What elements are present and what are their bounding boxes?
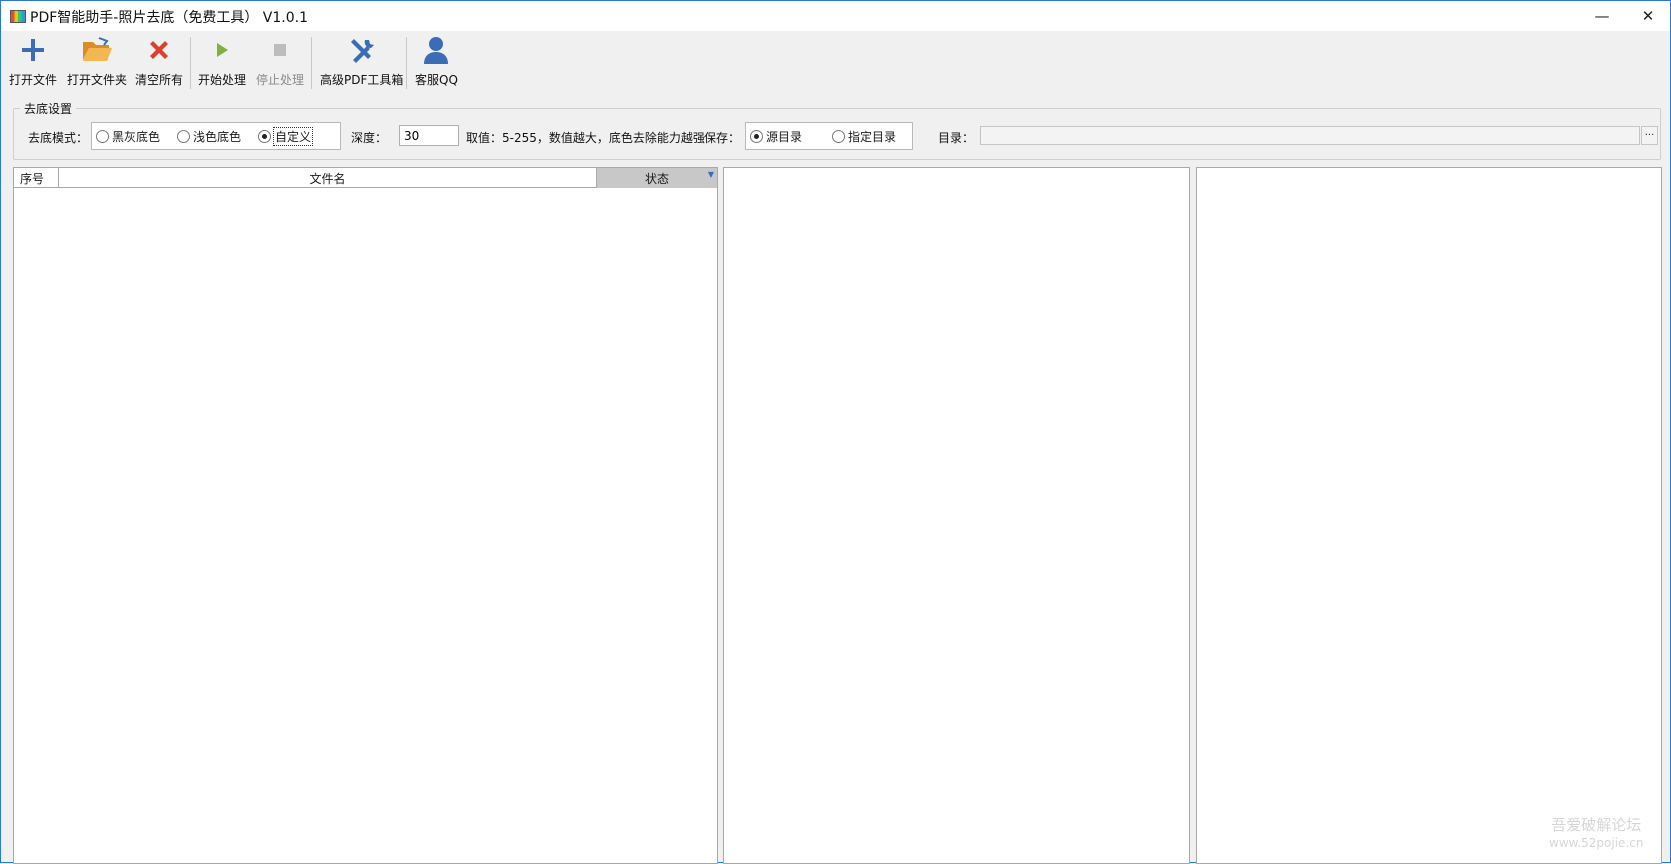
window-title: PDF智能助手-照片去底（免费工具） V1.0.1 bbox=[30, 10, 308, 26]
delete-x-icon bbox=[141, 33, 177, 67]
plus-icon bbox=[15, 33, 51, 67]
clear-all-label: 清空所有 bbox=[135, 73, 184, 87]
dir-path-field[interactable] bbox=[980, 126, 1640, 145]
depth-input[interactable] bbox=[399, 125, 459, 146]
pdf-toolbox-label: 高级PDF工具箱 bbox=[320, 73, 404, 87]
watermark-title: 吾爱破解论坛 bbox=[1551, 816, 1642, 834]
file-list-panel[interactable]: 序号 文件名 状态 ▼ bbox=[13, 167, 718, 864]
mode-label: 去底模式： bbox=[28, 131, 89, 145]
radio-dot-selected bbox=[258, 130, 271, 143]
user-icon bbox=[418, 33, 454, 67]
close-button[interactable]: ✕ bbox=[1625, 1, 1671, 31]
start-button[interactable]: 开始处理 bbox=[198, 33, 246, 91]
settings-group-title: 去底设置 bbox=[20, 100, 77, 117]
column-header-filename[interactable]: 文件名 bbox=[59, 168, 597, 188]
toolbar-separator bbox=[311, 37, 312, 89]
stop-label: 停止处理 bbox=[256, 73, 305, 87]
app-window: PDF智能助手-照片去底（免费工具） V1.0.1 — ✕ 打开文件 打开文件夹… bbox=[0, 0, 1671, 864]
radio-dot bbox=[96, 130, 109, 143]
save-radio-source-dir[interactable]: 源目录 bbox=[750, 128, 802, 145]
column-header-index[interactable]: 序号 bbox=[14, 168, 59, 188]
mode-option-label: 黑灰底色 bbox=[112, 130, 161, 144]
toolbar-separator bbox=[406, 37, 407, 89]
folder-open-icon bbox=[79, 33, 115, 67]
mode-radio-custom[interactable]: 自定义 bbox=[258, 127, 314, 146]
tools-icon bbox=[344, 33, 380, 67]
file-table-header: 序号 文件名 状态 ▼ bbox=[14, 168, 717, 188]
save-label: 保存： bbox=[704, 131, 741, 145]
range-hint: 取值：5-255，数值越大，底色去除能力越强 bbox=[466, 131, 705, 145]
stop-button[interactable]: 停止处理 bbox=[256, 33, 304, 91]
filter-icon[interactable]: ▼ bbox=[708, 170, 714, 179]
mode-radio-black-gray[interactable]: 黑灰底色 bbox=[96, 128, 160, 145]
mode-option-label: 自定义 bbox=[272, 127, 314, 146]
save-option-label: 源目录 bbox=[766, 130, 803, 144]
mode-radio-light[interactable]: 浅色底色 bbox=[177, 128, 241, 145]
clear-all-button[interactable]: 清空所有 bbox=[135, 33, 183, 91]
title-bar: PDF智能助手-照片去底（免费工具） V1.0.1 — ✕ bbox=[1, 1, 1670, 31]
app-logo-icon bbox=[10, 10, 26, 23]
watermark-url: www.52pojie.cn bbox=[1549, 836, 1644, 850]
save-option-label: 指定目录 bbox=[848, 130, 897, 144]
radio-dot-selected bbox=[750, 130, 763, 143]
open-folder-label: 打开文件夹 bbox=[67, 73, 128, 87]
watermark: 吾爱破解论坛 www.52pojie.cn bbox=[1549, 816, 1643, 852]
support-qq-label: 客服QQ bbox=[415, 73, 458, 87]
column-header-status-label: 状态 bbox=[644, 171, 669, 186]
support-qq-button[interactable]: 客服QQ bbox=[415, 33, 458, 91]
play-icon bbox=[204, 33, 240, 67]
mode-option-label: 浅色底色 bbox=[193, 130, 242, 144]
open-folder-button[interactable]: 打开文件夹 bbox=[67, 33, 127, 91]
original-preview-panel bbox=[723, 167, 1190, 864]
minimize-button[interactable]: — bbox=[1579, 1, 1625, 31]
column-header-status[interactable]: 状态 ▼ bbox=[597, 168, 717, 188]
toolbar: 打开文件 打开文件夹 清空所有 开始处理 停止处理 高级PDF工具箱 客服QQ bbox=[1, 31, 1670, 95]
save-radio-custom-dir[interactable]: 指定目录 bbox=[832, 128, 896, 145]
open-file-button[interactable]: 打开文件 bbox=[9, 33, 57, 91]
start-label: 开始处理 bbox=[198, 73, 247, 87]
pdf-toolbox-button[interactable]: 高级PDF工具箱 bbox=[320, 33, 403, 91]
result-preview-panel bbox=[1196, 167, 1662, 864]
radio-dot bbox=[832, 130, 845, 143]
stop-icon bbox=[262, 33, 298, 67]
open-file-label: 打开文件 bbox=[9, 73, 58, 87]
radio-dot bbox=[177, 130, 190, 143]
browse-dir-button[interactable]: ··· bbox=[1641, 126, 1658, 145]
toolbar-separator bbox=[190, 37, 191, 89]
depth-label: 深度： bbox=[351, 131, 388, 145]
dir-label: 目录： bbox=[938, 131, 975, 145]
